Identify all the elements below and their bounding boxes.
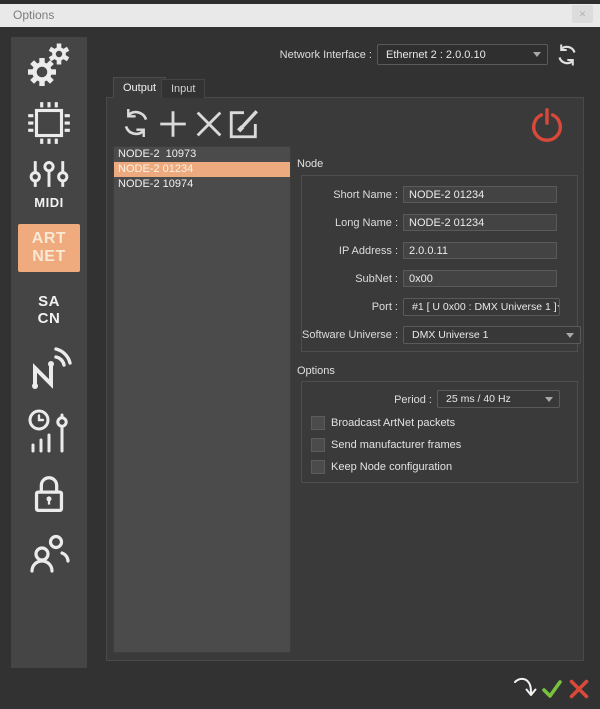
artnet-label-line2: NET <box>32 248 66 266</box>
power-toggle-button[interactable] <box>528 107 566 150</box>
software-universe-value: DMX Universe 1 <box>412 329 488 341</box>
period-value: 25 ms / 40 Hz <box>446 393 511 405</box>
x-icon <box>567 677 591 701</box>
options-group-title: Options <box>297 365 335 377</box>
long-name-field[interactable] <box>403 214 557 231</box>
network-interface-select[interactable]: Ethernet 2 : 2.0.0.10 <box>377 44 548 65</box>
list-item[interactable]: NODE-2 10973 <box>114 147 290 162</box>
sidebar-item-general[interactable] <box>11 43 87 93</box>
wireless-n-icon <box>25 344 73 397</box>
delete-node-button[interactable] <box>192 107 226 141</box>
subnet-label: SubNet : <box>250 273 398 285</box>
send-manufacturer-label: Send manufacturer frames <box>331 439 461 451</box>
sidebar-item-timing[interactable] <box>11 405 87 461</box>
midi-label: MIDI <box>34 195 63 210</box>
sidebar-item-security[interactable] <box>11 472 87 522</box>
titlebar: Options ✕ <box>0 4 600 27</box>
checkmark-icon <box>540 677 564 701</box>
confirm-button[interactable] <box>540 677 564 706</box>
chevron-down-icon <box>533 52 541 57</box>
keep-node-config-label: Keep Node configuration <box>331 461 452 473</box>
artnet-label-line1: ART <box>32 230 66 248</box>
sidebar-item-midi[interactable]: MIDI <box>11 159 87 209</box>
tab-output[interactable]: Output <box>113 77 166 98</box>
clock-levels-icon <box>25 407 73 460</box>
period-label: Period : <box>300 394 432 406</box>
software-universe-select[interactable]: DMX Universe 1 <box>403 326 581 344</box>
broadcast-artnet-label: Broadcast ArtNet packets <box>331 417 455 429</box>
sidebar-item-wireless[interactable] <box>11 343 87 397</box>
rescan-nodes-button[interactable] <box>120 107 154 141</box>
sidebar-item-sacn[interactable]: SA CN <box>11 285 87 335</box>
network-interface-value: Ethernet 2 : 2.0.0.10 <box>386 49 486 61</box>
period-select[interactable]: 25 ms / 40 Hz <box>437 390 560 408</box>
sidebar: MIDI ART NET SA CN <box>11 37 87 668</box>
add-node-button[interactable] <box>156 107 190 141</box>
sidebar-item-users[interactable] <box>11 529 87 581</box>
chevron-down-icon <box>545 397 553 402</box>
list-item-selected[interactable]: NODE-2 01234 <box>114 162 290 177</box>
node-group-title: Node <box>297 158 323 170</box>
network-interface-label: Network Interface : <box>230 49 372 61</box>
window-title: Options <box>13 4 54 27</box>
midi-faders-icon <box>27 159 71 194</box>
broadcast-artnet-checkbox[interactable] <box>311 416 325 430</box>
short-name-label: Short Name : <box>250 189 398 201</box>
network-refresh-button[interactable] <box>555 43 579 67</box>
port-value: #1 [ U 0x00 : DMX Universe 1 ] <box>412 301 557 313</box>
short-name-field[interactable] <box>403 186 557 203</box>
cancel-button[interactable] <box>567 677 591 706</box>
port-select[interactable]: #1 [ U 0x00 : DMX Universe 1 ] <box>403 298 560 316</box>
sidebar-item-hardware[interactable] <box>11 99 87 151</box>
sacn-label-line1: SA <box>38 293 60 310</box>
long-name-label: Long Name : <box>250 217 398 229</box>
sacn-label-line2: CN <box>38 310 61 327</box>
chevron-down-icon <box>557 305 560 310</box>
subnet-field[interactable] <box>403 270 557 287</box>
tab-input[interactable]: Input <box>161 79 205 98</box>
close-icon[interactable]: ✕ <box>572 5 593 23</box>
keep-node-config-checkbox[interactable] <box>311 460 325 474</box>
port-label: Port : <box>250 301 398 313</box>
lock-icon <box>26 472 72 523</box>
apply-arrow-button[interactable] <box>512 674 539 707</box>
ip-address-field[interactable] <box>403 242 557 259</box>
software-universe-label: Software Universe : <box>250 329 398 341</box>
curved-arrow-icon <box>512 674 539 702</box>
sidebar-item-artnet[interactable]: ART NET <box>18 224 80 272</box>
users-icon <box>25 529 73 582</box>
edit-node-button[interactable] <box>227 107 261 141</box>
ip-address-label: IP Address : <box>250 245 398 257</box>
chip-icon <box>24 98 74 153</box>
gears-icon <box>25 42 73 95</box>
send-manufacturer-checkbox[interactable] <box>311 438 325 452</box>
chevron-down-icon <box>566 333 574 338</box>
